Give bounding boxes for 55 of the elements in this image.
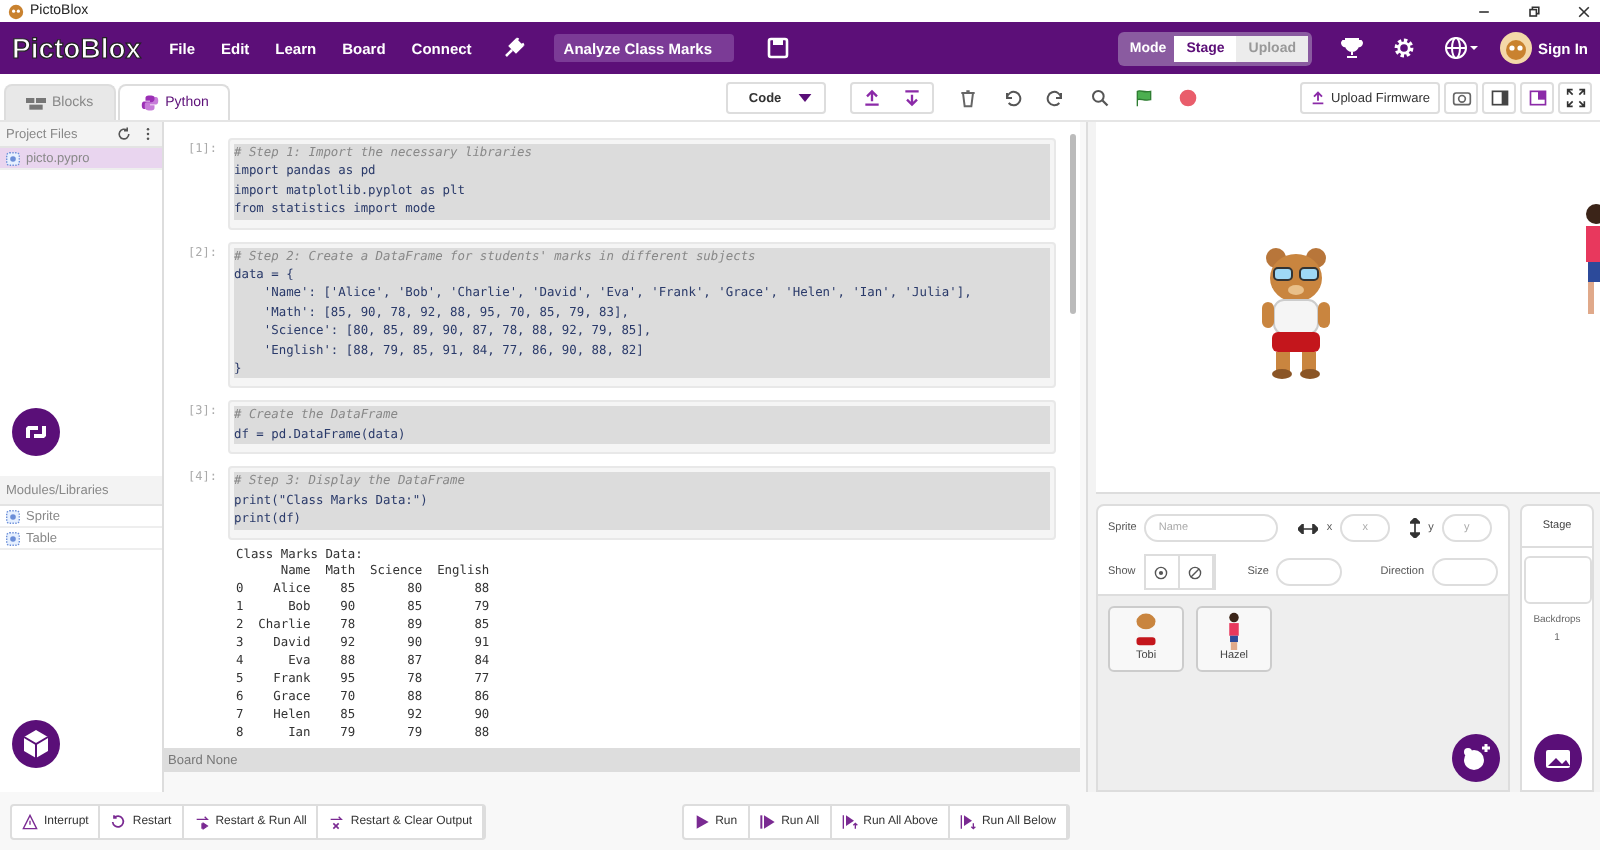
redo-icon[interactable] (1045, 88, 1066, 108)
run-above-icon (841, 813, 858, 829)
horizontal-arrow-icon (1298, 523, 1319, 533)
close-icon[interactable] (1576, 3, 1592, 19)
large-stage-button[interactable] (1520, 82, 1554, 114)
trash-icon[interactable] (957, 88, 978, 108)
camera-button[interactable] (1444, 82, 1478, 114)
small-stage-button[interactable] (1482, 82, 1516, 114)
stop-icon[interactable] (1177, 88, 1198, 108)
upload-icon[interactable] (861, 88, 882, 108)
flag-icon[interactable] (1133, 88, 1154, 108)
layout-icon (1489, 88, 1509, 108)
download-icon[interactable] (901, 88, 922, 108)
avatar-icon[interactable] (1500, 32, 1532, 64)
fullscreen-icon (1565, 88, 1585, 108)
settings-icon[interactable] (1392, 36, 1416, 60)
undo-icon[interactable] (1001, 88, 1022, 108)
play-icon (693, 813, 710, 829)
blocks-icon (26, 94, 46, 112)
extension-fab-icon[interactable] (12, 720, 60, 768)
bear-thumbnail-icon (1130, 612, 1162, 650)
python-icon (139, 94, 160, 112)
language-icon[interactable] (1444, 36, 1480, 60)
bear-character-drawing (1256, 242, 1336, 382)
save-icon[interactable] (765, 36, 790, 60)
add-sprite-fab-icon[interactable] (1452, 734, 1500, 782)
add-backdrop-fab-icon[interactable] (1533, 734, 1581, 782)
size-field[interactable] (1276, 558, 1343, 586)
layout-icon (1527, 88, 1547, 108)
restart-clear-icon (328, 813, 345, 829)
run-all-icon (759, 813, 776, 829)
scrollbar-thumb[interactable] (1070, 134, 1076, 314)
refresh-icon[interactable] (116, 126, 132, 142)
camera-icon (1451, 88, 1471, 108)
fullscreen-button[interactable] (1558, 82, 1592, 114)
code-cell[interactable] (228, 241, 1056, 389)
trophy-icon[interactable] (1340, 36, 1364, 60)
eye-slash-icon (1188, 565, 1203, 579)
plug-icon[interactable] (501, 36, 526, 60)
python-file-icon (6, 151, 20, 165)
run-below-icon (959, 813, 976, 829)
warning-icon (22, 813, 38, 829)
restart-run-icon (193, 813, 210, 829)
restore-icon[interactable] (1526, 3, 1542, 19)
vertical-arrow-icon (1410, 518, 1421, 538)
caret-icon (797, 94, 812, 102)
module-icon (6, 509, 20, 523)
direction-field[interactable] (1432, 558, 1498, 586)
backdrop-thumbnail[interactable] (1523, 556, 1591, 604)
upload-icon (1309, 90, 1325, 106)
search-icon[interactable] (1089, 88, 1110, 108)
app-logo: PictoBlox (12, 32, 142, 64)
module-icon (6, 531, 20, 545)
eye-icon (1154, 565, 1169, 579)
restart-icon (110, 813, 127, 829)
